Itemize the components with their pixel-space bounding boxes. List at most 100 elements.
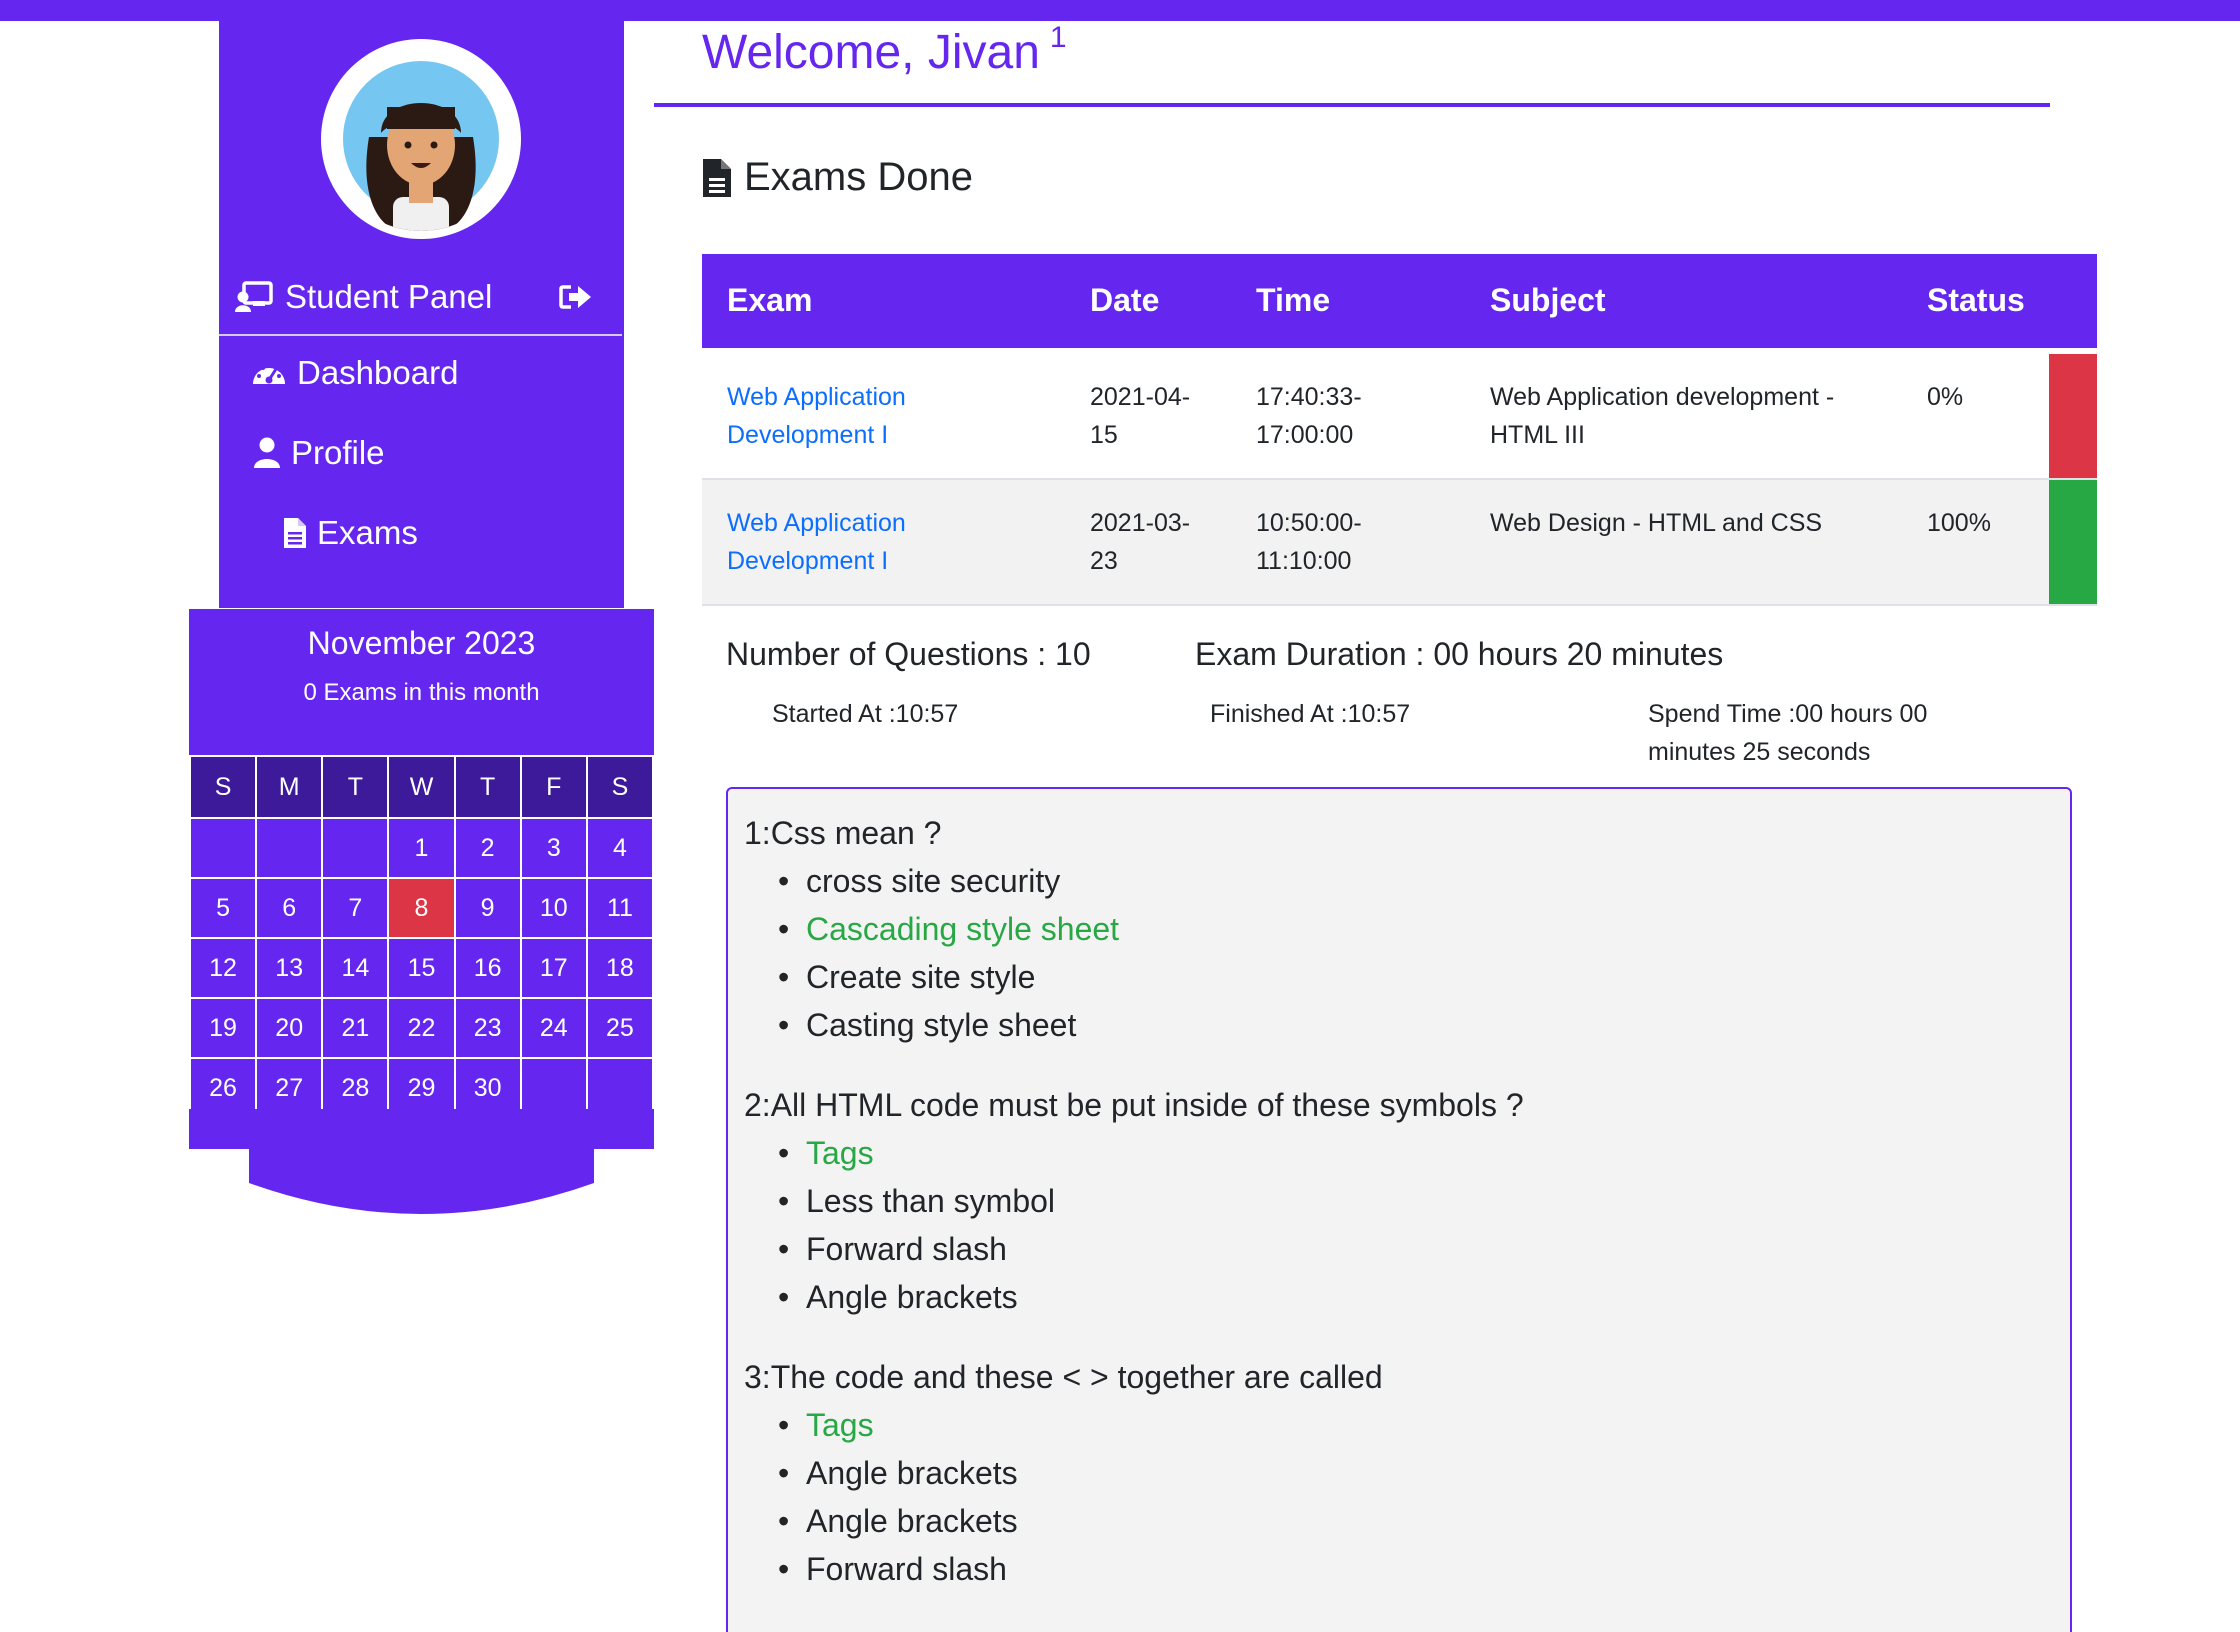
sidebar-item-label: Dashboard [297,354,459,391]
answer-option: cross site security [778,857,1119,905]
calendar-widget: November 2023 0 Exams in this month S M … [188,609,655,1214]
exam-subject: Web Design - HTML and CSS [1490,504,1822,542]
notification-count[interactable]: 1 [1050,21,1067,54]
logout-icon[interactable] [559,283,593,311]
calendar-day[interactable]: 12 [188,937,258,999]
sidebar-item-dashboard[interactable]: Dashboard [251,354,458,392]
student-panel-label: Student Panel [285,278,493,315]
dashboard-gauge-icon [253,366,285,384]
column-header-subject: Subject [1490,282,1606,318]
calendar-day[interactable]: 7 [321,877,390,939]
calendar-day[interactable]: 18 [585,937,655,999]
calendar-day[interactable]: 15 [387,937,456,999]
calendar-day[interactable]: 4 [585,817,655,879]
calendar-day[interactable]: 24 [519,997,588,1059]
calendar-day[interactable]: 1 [387,817,456,879]
exam-duration: Exam Duration : 00 hours 20 minutes [1195,636,1724,672]
column-header-time: Time [1256,282,1331,318]
status-indicator [2049,480,2097,604]
calendar-day[interactable]: 3 [519,817,588,879]
exam-link-line: Web Application [727,383,906,411]
exam-date: 2021-04- 15 [1090,378,1190,454]
calendar-day[interactable]: 6 [255,877,324,939]
calendar-week-row: 5 6 7 8 9 10 11 [188,877,655,939]
weekday-header: F [519,755,588,819]
subject-line: Web Design - HTML and CSS [1490,509,1823,537]
calendar-day[interactable]: 11 [585,877,655,939]
user-icon [254,437,280,468]
sidebar-divider [219,334,622,336]
answer-option: Less than symbol [778,1177,1055,1225]
column-header-status: Status [1927,282,2025,318]
calendar-day[interactable]: 14 [321,937,390,999]
spend-time-line: minutes 25 seconds [1648,738,1871,766]
calendar-day-empty [188,817,258,879]
exam-link-line: Development I [727,547,889,575]
calendar-day[interactable]: 25 [585,997,655,1059]
answer-option-correct: Tags [778,1401,1018,1449]
file-icon [284,518,306,548]
exam-link[interactable]: Web Application Development I [727,504,906,580]
calendar-ribbon [249,1145,594,1214]
calendar-day[interactable]: 17 [519,937,588,999]
calendar-day-empty [255,817,324,879]
exam-link-line: Web Application [727,509,906,537]
calendar-day[interactable]: 23 [453,997,522,1059]
answer-option: Angle brackets [778,1273,1055,1321]
calendar-day[interactable]: 21 [321,997,390,1059]
calendar-day[interactable]: 9 [453,877,522,939]
calendar-day[interactable]: 5 [188,877,258,939]
questions-panel: 1:Css mean ? cross site security Cascadi… [726,787,2072,1632]
welcome-heading: Welcome, Jivan 1 [702,21,1067,80]
column-header-exam: Exam [727,282,813,318]
calendar-day[interactable]: 2 [453,817,522,879]
subject-line: HTML III [1490,421,1585,449]
calendar-week-row: 12 13 14 15 16 17 18 [188,937,655,999]
date-line: 2021-04- [1090,383,1191,411]
date-line: 23 [1090,547,1118,575]
exam-link[interactable]: Web Application Development I [727,378,906,454]
sidebar-item-label: Profile [291,434,385,471]
answer-option: Casting style sheet [778,1001,1119,1049]
calendar-day[interactable]: 19 [188,997,258,1059]
time-line: 11:10:00 [1256,547,1352,575]
table-header: Exam Date Time Subject Status [702,254,2097,348]
calendar-week-row: 1234 [188,817,655,879]
file-icon [703,158,731,197]
calendar-day[interactable]: 13 [255,937,324,999]
exam-time: 10:50:00- 11:10:00 [1256,504,1362,580]
section-title: Exams Done [702,155,973,200]
avatar[interactable] [321,39,521,239]
subject-line: Web Application development - [1490,383,1835,411]
exam-link-line: Development I [727,421,889,449]
answer-list: cross site security Cascading style shee… [778,857,1119,1049]
answer-option: Angle brackets [778,1449,1018,1497]
top-accent-bar [0,0,2240,21]
answer-option-correct: Tags [778,1129,1055,1177]
question-title: 3:The code and these < > together are ca… [744,1359,1383,1395]
weekday-header: W [387,755,456,819]
answer-list: Tags Angle brackets Angle brackets Forwa… [778,1401,1018,1593]
sidebar-item-profile[interactable]: Profile [253,434,385,472]
sidebar-item-exams[interactable]: Exams [283,514,418,552]
calendar-day[interactable]: 16 [453,937,522,999]
calendar-day[interactable]: 10 [519,877,588,939]
teacher-board-icon [235,281,273,312]
calendar-day[interactable]: 20 [255,997,324,1059]
spend-time-line: Spend Time :00 hours 00 [1648,700,1928,728]
calendar-day[interactable]: 22 [387,997,456,1059]
calendar-day[interactable]: 8 [387,877,456,939]
calendar-exam-count: 0 Exams in this month [303,679,540,706]
spend-time: Spend Time :00 hours 00 minutes 25 secon… [1648,695,1927,771]
table-row: Web Application Development I 2021-03- 2… [702,480,2097,606]
calendar-footer [189,1109,654,1149]
started-at: Started At :10:57 [772,700,959,728]
question-title: 1:Css mean ? [744,815,942,851]
sidebar-item-label: Exams [317,514,418,551]
answer-option: Forward slash [778,1545,1018,1593]
calendar-header: November 2023 0 Exams in this month [189,609,654,755]
heading-underline [654,103,2050,107]
exam-date: 2021-03- 23 [1090,504,1190,580]
time-line: 10:50:00- [1256,509,1362,537]
time-line: 17:00:00 [1256,421,1354,449]
